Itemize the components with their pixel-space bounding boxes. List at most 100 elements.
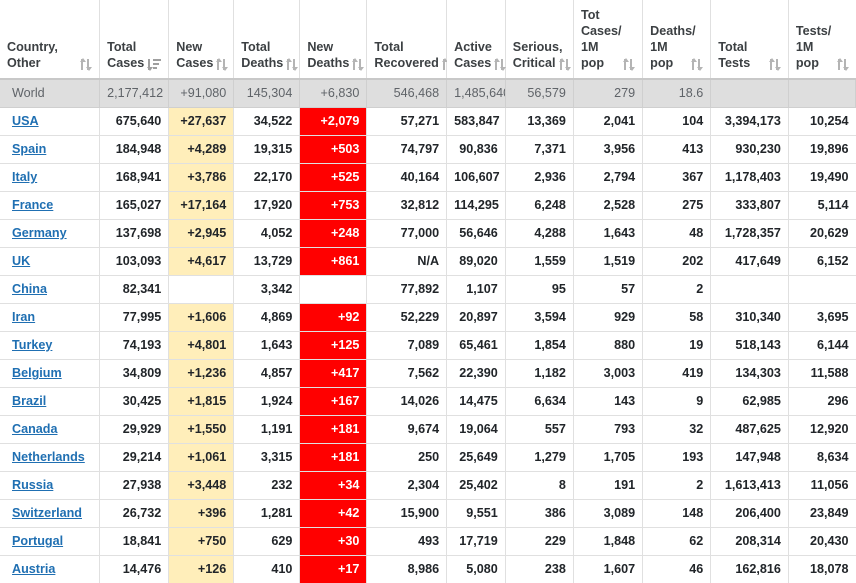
column-header-line2: Cases xyxy=(176,56,214,70)
cell-total-tests: 62,985 xyxy=(710,387,789,416)
cell-country: China xyxy=(0,275,101,304)
column-header-line1: Serious, xyxy=(512,40,563,54)
cell-tests-per-1m: 8,634 xyxy=(788,443,856,472)
cell-total-deaths: 19,315 xyxy=(233,135,301,164)
cell-tests-per-1m: 19,896 xyxy=(788,135,856,164)
cell-total-deaths: 1,191 xyxy=(233,415,301,444)
sort-toggle-icon[interactable] xyxy=(216,58,229,71)
table-row[interactable]: USA 675,640 +27,637 34,522 +2,079 57,271 583,8… xyxy=(0,107,856,136)
cell-total-recovered: 546,468 xyxy=(366,79,448,108)
cell-total-tests: 3,394,173 xyxy=(710,107,789,136)
country-link[interactable]: Turkey xyxy=(12,338,52,352)
sort-toggle-icon[interactable] xyxy=(80,58,93,71)
sort-toggle-icon[interactable] xyxy=(558,58,571,71)
cell-country: Austria xyxy=(0,555,101,583)
country-link[interactable]: Iran xyxy=(12,310,35,324)
table-row-world[interactable]: World 2,177,412 +91,080 145,304 +6,830 546,46… xyxy=(0,79,856,108)
cell-active-cases: 5,080 xyxy=(446,555,506,583)
country-link[interactable]: Belgium xyxy=(12,366,62,380)
country-link[interactable]: Italy xyxy=(12,170,37,184)
cell-active-cases: 22,390 xyxy=(446,359,506,388)
cell-deaths-per-1m: 413 xyxy=(642,135,712,164)
cell-deaths-per-1m: 58 xyxy=(642,303,712,332)
country-link[interactable]: Portugal xyxy=(12,534,63,548)
column-header-new-cases[interactable]: New Cases xyxy=(168,0,235,80)
country-link[interactable]: USA xyxy=(12,114,39,128)
column-header-total-cases[interactable]: Total Cases xyxy=(99,0,170,80)
table-row[interactable]: Brazil 30,425 +1,815 1,924 +167 14,026 14,475 6… xyxy=(0,387,856,416)
column-header-active-cases[interactable]: Active Cases xyxy=(446,0,507,80)
cell-active-cases: 25,402 xyxy=(446,471,506,500)
column-header-line2: Deaths xyxy=(241,56,284,70)
sort-descending-icon[interactable] xyxy=(147,58,162,71)
cell-total-cases: 184,948 xyxy=(99,135,170,164)
column-header-total-deaths[interactable]: Total Deaths xyxy=(233,0,301,80)
column-header-total-tests[interactable]: Total Tests xyxy=(710,0,789,80)
country-link[interactable]: UK xyxy=(12,254,30,268)
country-link[interactable]: Netherlands xyxy=(12,450,85,464)
column-header-new-deaths[interactable]: New Deaths xyxy=(299,0,368,80)
cell-new-cases: +3,448 xyxy=(168,471,235,500)
cell-tests-per-1m: 18,078 xyxy=(788,555,856,583)
table-row[interactable]: Portugal 18,841 +750 629 +30 493 17,719 229 1,84… xyxy=(0,527,856,556)
sort-toggle-icon[interactable] xyxy=(352,58,365,71)
table-row[interactable]: Russia 27,938 +3,448 232 +34 2,304 25,402 8 191 2… xyxy=(0,471,856,500)
column-header-country[interactable]: Country, Other xyxy=(0,0,101,80)
sort-toggle-icon[interactable] xyxy=(768,58,781,71)
table-row[interactable]: UK 103,093 +4,617 13,729 +861 N/A 89,020 1,559 1… xyxy=(0,247,856,276)
sort-toggle-icon[interactable] xyxy=(286,58,299,71)
country-link[interactable]: Canada xyxy=(12,422,58,436)
country-link[interactable]: Brazil xyxy=(12,394,46,408)
column-header-line2: Recovered xyxy=(374,56,439,70)
cell-total-recovered: 32,812 xyxy=(366,191,448,220)
table-row[interactable]: Canada 29,929 +1,550 1,191 +181 9,674 19,064 55… xyxy=(0,415,856,444)
table-row[interactable]: Austria 14,476 +126 410 +17 8,986 5,080 238 1,60… xyxy=(0,555,856,583)
table-row[interactable]: Spain 184,948 +4,289 19,315 +503 74,797 90,836… xyxy=(0,135,856,164)
table-row[interactable]: Belgium 34,809 +1,236 4,857 +417 7,562 22,390 1… xyxy=(0,359,856,388)
country-link[interactable]: Spain xyxy=(12,142,46,156)
cell-deaths-per-1m: 367 xyxy=(642,163,712,192)
column-header-deaths-per-1m[interactable]: Deaths/1M pop xyxy=(642,0,712,80)
sort-toggle-icon[interactable] xyxy=(691,58,704,71)
cell-total-deaths: 22,170 xyxy=(233,163,301,192)
cell-total-deaths: 17,920 xyxy=(233,191,301,220)
cell-new-deaths: +503 xyxy=(299,135,368,164)
table-row[interactable]: France 165,027 +17,164 17,920 +753 32,812 114,… xyxy=(0,191,856,220)
cell-new-deaths xyxy=(299,275,368,304)
country-link[interactable]: Austria xyxy=(12,562,55,576)
cell-total-deaths: 3,342 xyxy=(233,275,301,304)
column-header-serious-critical[interactable]: Serious, Critical xyxy=(505,0,574,80)
table-row[interactable]: Netherlands 29,214 +1,061 3,315 +181 250 25,64… xyxy=(0,443,856,472)
covid-statistics-table-container[interactable]: Country, Other Total Cases New Cases Total Deat… xyxy=(0,0,856,583)
sort-toggle-icon[interactable] xyxy=(623,58,636,71)
cell-tot-cases-per-1m: 1,519 xyxy=(573,247,644,276)
cell-total-deaths: 3,315 xyxy=(233,443,301,472)
cell-total-cases: 77,995 xyxy=(99,303,170,332)
country-link[interactable]: France xyxy=(12,198,53,212)
column-header-total-recovered[interactable]: Total Recovered xyxy=(366,0,454,80)
cell-tests-per-1m: 3,695 xyxy=(788,303,856,332)
cell-active-cases: 89,020 xyxy=(446,247,506,276)
cell-tests-per-1m: 10,254 xyxy=(788,107,856,136)
column-header-tot-cases-per-1m[interactable]: Tot Cases/1M pop xyxy=(573,0,644,80)
table-row[interactable]: China 82,341 3,342 77,892 1,107 95 57 2 xyxy=(0,275,856,304)
sort-toggle-icon[interactable] xyxy=(836,58,849,71)
table-row[interactable]: Iran 77,995 +1,606 4,869 +92 52,229 20,897 3,59… xyxy=(0,303,856,332)
country-link[interactable]: Switzerland xyxy=(12,506,82,520)
cell-deaths-per-1m: 419 xyxy=(642,359,712,388)
country-link[interactable]: Germany xyxy=(12,226,67,240)
country-link[interactable]: Russia xyxy=(12,478,53,492)
cell-total-recovered: 15,900 xyxy=(366,499,448,528)
table-row[interactable]: Germany 137,698 +2,945 4,052 +248 77,000 56,64… xyxy=(0,219,856,248)
column-header-tests-per-1m[interactable]: Tests/1M pop xyxy=(788,0,856,80)
cell-tests-per-1m: 23,849 xyxy=(788,499,856,528)
cell-total-recovered: 9,674 xyxy=(366,415,448,444)
table-row[interactable]: Turkey 74,193 +4,801 1,643 +125 7,089 65,461 1,… xyxy=(0,331,856,360)
table-row[interactable]: Italy 168,941 +3,786 22,170 +525 40,164 106,60… xyxy=(0,163,856,192)
cell-total-tests xyxy=(710,275,789,304)
cell-total-tests: 134,303 xyxy=(710,359,789,388)
country-link[interactable]: China xyxy=(12,282,47,296)
table-row[interactable]: Switzerland 26,732 +396 1,281 +42 15,900 9,551… xyxy=(0,499,856,528)
cell-serious-critical: 1,182 xyxy=(505,359,574,388)
cell-total-recovered: 7,089 xyxy=(366,331,448,360)
